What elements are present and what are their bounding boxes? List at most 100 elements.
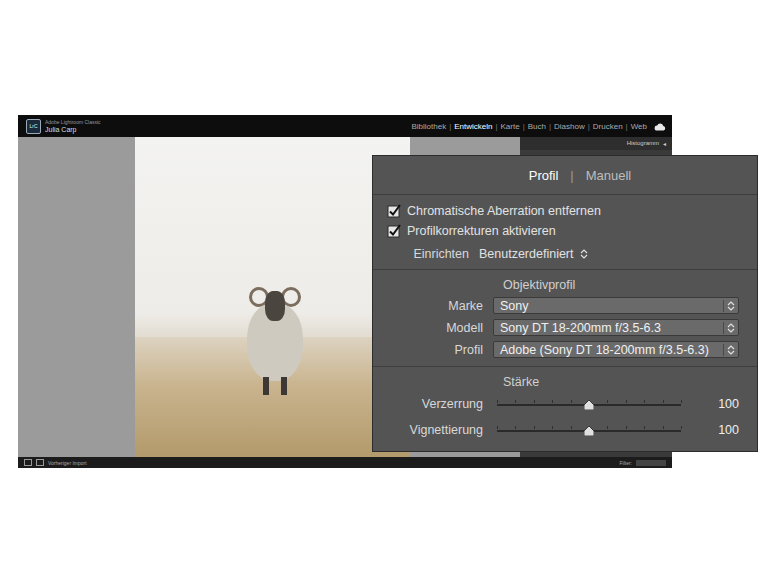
slider-track[interactable] bbox=[497, 398, 681, 410]
slider-label: Vignettierung bbox=[387, 423, 483, 437]
section-title-row: Stärke bbox=[387, 375, 739, 389]
module-tab[interactable]: Entwickeln bbox=[454, 122, 492, 131]
sheep-head bbox=[265, 291, 285, 321]
module-separator: | bbox=[549, 122, 551, 131]
photo bbox=[135, 137, 410, 457]
slider-track[interactable] bbox=[497, 424, 681, 436]
slider-tick bbox=[552, 400, 553, 403]
profile-dropdown[interactable]: Sony bbox=[493, 297, 739, 314]
slider-tick bbox=[681, 400, 682, 403]
slider-label: Verzerrung bbox=[387, 397, 483, 411]
slider-tick bbox=[571, 400, 572, 403]
slider-tick bbox=[681, 426, 682, 429]
dropdown-value: Adobe (Sony DT 18-200mm f/3.5-6.3) bbox=[500, 343, 709, 357]
slider-tick bbox=[607, 400, 608, 403]
cloud-icon[interactable] bbox=[654, 122, 666, 131]
sheep-leg bbox=[263, 377, 269, 395]
slider-row: Verzerrung 100 bbox=[387, 393, 739, 415]
slider-tick bbox=[515, 400, 516, 403]
monitor-icon[interactable] bbox=[24, 459, 32, 466]
section-title: Stärke bbox=[503, 375, 539, 389]
stepper-icon bbox=[723, 344, 736, 356]
module-separator: | bbox=[626, 122, 628, 131]
slider-tick bbox=[626, 426, 627, 429]
page: LrC Adobe Lightroom ClassicJulia Carp Bibl… bbox=[0, 0, 770, 578]
slider-value[interactable]: 100 bbox=[718, 397, 739, 411]
options-section: Chromatische Aberration entfernen Profilk… bbox=[373, 195, 757, 270]
brand-text: Adobe Lightroom ClassicJulia Carp bbox=[45, 120, 101, 133]
slider-tick bbox=[534, 400, 535, 403]
panel-tab[interactable]: Manuell bbox=[586, 168, 632, 183]
slider-tick bbox=[644, 400, 645, 403]
profile-field-row: Profil Adobe (Sony DT 18-200mm f/3.5-6.3) bbox=[387, 341, 739, 358]
section-title: Objektivprofil bbox=[503, 278, 575, 292]
left-panel bbox=[18, 137, 135, 457]
filmstrip-source[interactable]: Vorheriger Import bbox=[48, 460, 87, 466]
slider-tick bbox=[607, 426, 608, 429]
module-tab[interactable]: Buch bbox=[528, 122, 546, 131]
lens-profile-section: Objektivprofil Marke Sony Modell Sony DT 18-… bbox=[373, 270, 757, 367]
filter-field[interactable] bbox=[636, 460, 666, 466]
dropdown-value: Sony DT 18-200mm f/3.5-6.3 bbox=[500, 321, 661, 335]
sheep-leg bbox=[281, 377, 287, 395]
module-tab[interactable]: Web bbox=[631, 122, 647, 131]
slider-thumb-icon[interactable] bbox=[584, 426, 594, 436]
module-separator: | bbox=[495, 122, 497, 131]
module-separator: | bbox=[588, 122, 590, 131]
checkbox-icon[interactable] bbox=[387, 224, 401, 238]
checkbox-label: Profilkorrekturen aktivieren bbox=[407, 224, 556, 238]
tab-separator: | bbox=[570, 168, 573, 183]
panel-toggle[interactable]: ◂ bbox=[663, 140, 666, 147]
checkbox-label: Chromatische Aberration entfernen bbox=[407, 204, 601, 218]
module-tab[interactable]: Drucken bbox=[593, 122, 623, 131]
dropdown-value: Sony bbox=[500, 299, 529, 313]
user-name: Julia Carp bbox=[45, 126, 101, 133]
setup-value: Benutzerdefiniert bbox=[479, 247, 574, 261]
histogram-header[interactable]: Histogramm ◂ bbox=[520, 137, 672, 150]
slider-tick bbox=[663, 426, 664, 429]
module-tab[interactable]: Diashow bbox=[554, 122, 585, 131]
checkbox-row[interactable]: Chromatische Aberration entfernen bbox=[387, 203, 739, 219]
stepper-icon bbox=[723, 322, 736, 334]
profile-field-row: Modell Sony DT 18-200mm f/3.5-6.3 bbox=[387, 319, 739, 336]
slider-tick bbox=[663, 400, 664, 403]
module-separator: | bbox=[523, 122, 525, 131]
slider-tick bbox=[552, 426, 553, 429]
checkbox-icon[interactable] bbox=[387, 204, 401, 218]
section-title-row: Objektivprofil bbox=[387, 278, 739, 292]
histogram-title: Histogramm bbox=[627, 140, 659, 147]
slider-tick bbox=[644, 426, 645, 429]
slider-thumb-icon[interactable] bbox=[584, 400, 594, 410]
profile-dropdown[interactable]: Adobe (Sony DT 18-200mm f/3.5-6.3) bbox=[493, 341, 739, 358]
setup-row: Einrichten Benutzerdefiniert bbox=[373, 247, 739, 261]
panel-tab[interactable]: Profil bbox=[529, 168, 559, 183]
setup-dropdown[interactable]: Benutzerdefiniert bbox=[479, 247, 588, 261]
slider-tick bbox=[534, 426, 535, 429]
filter-label: Filter: bbox=[620, 460, 633, 466]
stepper-icon bbox=[580, 249, 588, 259]
module-separator: | bbox=[449, 122, 451, 131]
stepper-icon bbox=[723, 300, 736, 312]
module-tab[interactable]: Bibliothek bbox=[411, 122, 446, 131]
filmstrip-right: Filter: bbox=[620, 460, 667, 466]
profile-dropdown[interactable]: Sony DT 18-200mm f/3.5-6.3 bbox=[493, 319, 739, 336]
field-label: Modell bbox=[387, 321, 483, 335]
checkbox-row[interactable]: Profilkorrekturen aktivieren bbox=[387, 223, 739, 239]
brand: LrC Adobe Lightroom ClassicJulia Carp bbox=[26, 119, 101, 134]
sheep-figure bbox=[235, 277, 315, 397]
amount-section: Stärke Verzerrung 100 Vignettierung 100 bbox=[373, 367, 757, 449]
slider-tick bbox=[515, 426, 516, 429]
module-tab[interactable]: Karte bbox=[501, 122, 520, 131]
panel-tabs: Profil | Manuell bbox=[373, 156, 757, 195]
profile-field-row: Marke Sony bbox=[387, 297, 739, 314]
lrc-logo-icon: LrC bbox=[26, 119, 41, 134]
top-bar: LrC Adobe Lightroom ClassicJulia Carp Bibl… bbox=[18, 115, 672, 137]
field-label: Marke bbox=[387, 299, 483, 313]
field-label: Profil bbox=[387, 343, 483, 357]
monitor-icon[interactable] bbox=[36, 459, 44, 466]
setup-label: Einrichten bbox=[373, 247, 469, 261]
slider-value[interactable]: 100 bbox=[718, 423, 739, 437]
slider-tick bbox=[626, 400, 627, 403]
module-picker: Bibliothek|Entwickeln|Karte|Buch|Diashow… bbox=[411, 122, 666, 131]
slider-tick bbox=[497, 426, 498, 429]
